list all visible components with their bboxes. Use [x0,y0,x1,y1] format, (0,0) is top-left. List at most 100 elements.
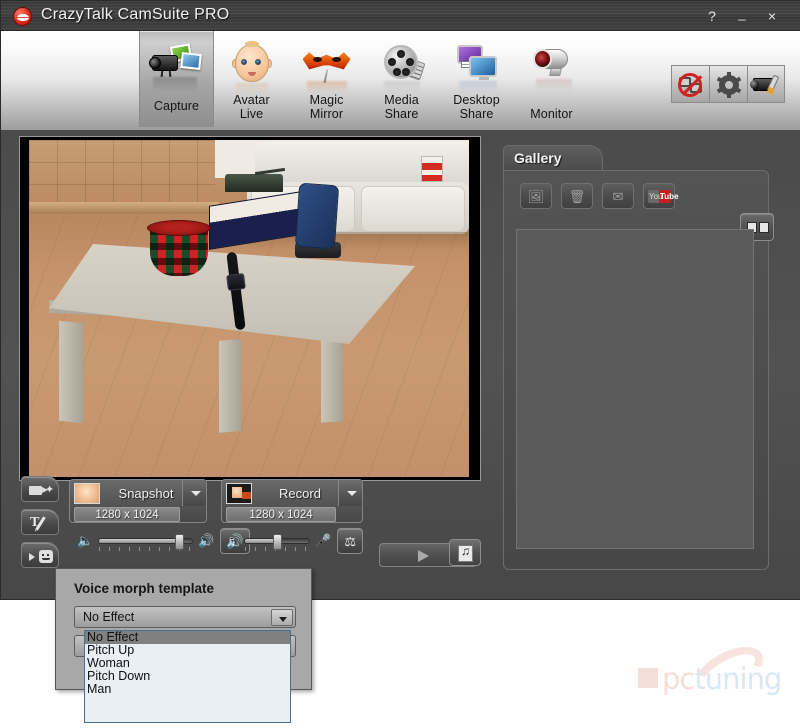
toolbar-item-label: Magic Mirror [288,93,366,121]
toolbar-item-label: Monitor [530,106,573,121]
main-toolbar: Capture Avatar Live Magic Mirror Media S… [1,31,800,131]
watermark-text: pctuning [662,662,782,696]
record-dropdown-button[interactable] [338,480,362,506]
speaker-low-icon: 🔈 [77,533,94,548]
list-item[interactable]: Man [85,683,290,696]
microphone-volume-slider[interactable] [244,534,311,551]
close-button[interactable]: × [761,8,783,25]
video-camera-thumb-icon [226,482,252,504]
toolbar-item-label-line2: Share [459,106,494,121]
toolbar-item-label-line2: Mirror [309,106,344,121]
gallery-email-button[interactable]: ✉ [602,183,634,209]
gallery-tab-label: Gallery [514,150,562,166]
gallery-youtube-button[interactable]: You Tube [643,183,679,209]
toolbar-item-media-share[interactable]: Media Share [364,31,439,127]
email-icon: ✉ [612,189,624,204]
youtube-text-tube: Tube [660,192,679,201]
gallery-slideshow-button[interactable]: 🖼 [520,183,552,209]
toolbar-item-label-line2: Live [239,106,264,121]
gallery-item-list[interactable] [516,229,754,549]
voice-morph-option-list[interactable]: No Effect Pitch Up Woman Pitch Down Man [84,630,291,723]
camcorder-photos-icon [148,39,205,95]
scene-wood-wall [29,140,215,210]
application-window: CrazyTalk CamSuite PRO ? _ × Capture Ava… [0,0,800,600]
voice-morph-title: Voice morph template [74,581,215,596]
gallery-panel: Gallery 🖼 🗑 ✉ You Tube [491,145,781,577]
toolbar-item-label-line1: Media [384,93,419,107]
webcam-preview[interactable] [29,140,469,477]
toolbar-item-label: Capture [153,98,200,113]
lips-logo-icon [13,7,32,26]
list-item[interactable]: Pitch Down [85,670,290,683]
voice-morph-icon: ⚖ [344,534,356,549]
toolbar-item-magic-mirror[interactable]: Magic Mirror [289,31,364,127]
toolbar-item-monitor[interactable]: Monitor [514,31,589,127]
chevron-down-icon[interactable] [271,609,293,626]
trash-icon: 🗑 [568,189,586,204]
gallery-toolbar: 🖼 🗑 ✉ You Tube [520,183,679,209]
speaker-slider-handle[interactable] [175,534,185,550]
settings-button[interactable] [709,65,747,103]
snapshot-dropdown-button[interactable] [182,480,206,506]
gallery-body: 🖼 🗑 ✉ You Tube [503,170,774,570]
music-file-button[interactable] [449,539,481,566]
toolbar-item-label-line1: Avatar [233,93,270,107]
toolbar-item-label-line1: Magic [309,93,344,107]
voice-morph-button[interactable]: ⚖ [337,528,363,554]
security-camera-icon [524,39,580,95]
toolbar-item-label-line2: Share [384,106,419,121]
microphone-volume-row: ♫ 🎤 ⚖ [223,527,363,555]
pctuning-watermark: pctuning [614,636,786,706]
baby-face-icon [224,39,280,95]
camera-settings-button[interactable] [747,65,785,103]
music-file-icon [458,544,473,562]
youtube-icon: You Tube [648,190,679,203]
voice-morph-combobox[interactable]: No Effect [74,606,296,628]
scene-toy-tank [225,174,283,192]
help-button[interactable]: ? [701,8,723,25]
dual-monitor-icon [449,39,505,95]
disable-sharing-button[interactable] [671,65,709,103]
watermark-text-pc: pc [662,662,695,696]
toolbar-item-label: Media Share [363,93,441,121]
app-root: CrazyTalk CamSuite PRO ? _ × Capture Ava… [0,0,800,728]
face-photo-thumb-icon [74,482,100,504]
microphone-slider-handle[interactable] [273,534,283,550]
slideshow-icon: 🖼 [527,189,545,204]
gear-settings-icon [716,72,742,98]
text-annotation-tab[interactable]: T [21,509,59,535]
record-resolution: 1280 x 1024 [226,507,336,522]
film-reel-icon [374,39,430,95]
scene-red-box [421,156,443,182]
minimize-button[interactable]: _ [731,7,753,25]
toolbar-item-desktop-share[interactable]: Desktop Share [439,31,514,127]
voice-emotion-tab[interactable] [21,542,59,568]
video-preview-frame [19,136,481,481]
watermark-square [638,668,658,688]
microphone-icon: 🎤 [315,533,332,548]
effect-tab-strip: ✦ T [21,476,61,575]
toolbar-right-buttons [671,65,785,103]
toolbar-item-label: Avatar Live [213,93,291,121]
video-effect-tab[interactable]: ✦ [21,476,59,502]
scene-checkered-pot [147,220,211,278]
tab-gallery[interactable]: Gallery [503,145,603,171]
toolbar-item-avatar-live[interactable]: Avatar Live [214,31,289,127]
gallery-delete-button[interactable]: 🗑 [561,183,593,209]
speaker-volume-slider[interactable] [98,534,193,551]
toolbar-item-label-line1: Desktop [453,93,500,107]
snapshot-control-group: Snapshot 1280 x 1024 [69,479,207,523]
scene-blue-object [294,182,341,262]
voice-morph-selected-value: No Effect [83,610,135,624]
app-title: CrazyTalk CamSuite PRO [41,6,230,23]
scene-baseboard [29,202,219,214]
main-content-area: ✦ T Snapshot 1280 x 1024 Record 1280 x 1… [1,131,800,599]
play-icon [418,550,429,562]
music-note-icon: ♫ [226,533,236,549]
lips-shape [17,14,29,21]
toolbar-item-capture[interactable]: Capture [139,31,214,127]
toolbar-mode-list: Capture Avatar Live Magic Mirror Media S… [139,31,589,131]
carnival-mask-icon [299,39,355,95]
watermark-text-tuning: tuning [694,662,782,696]
record-control-group: Record 1280 x 1024 [221,479,363,523]
